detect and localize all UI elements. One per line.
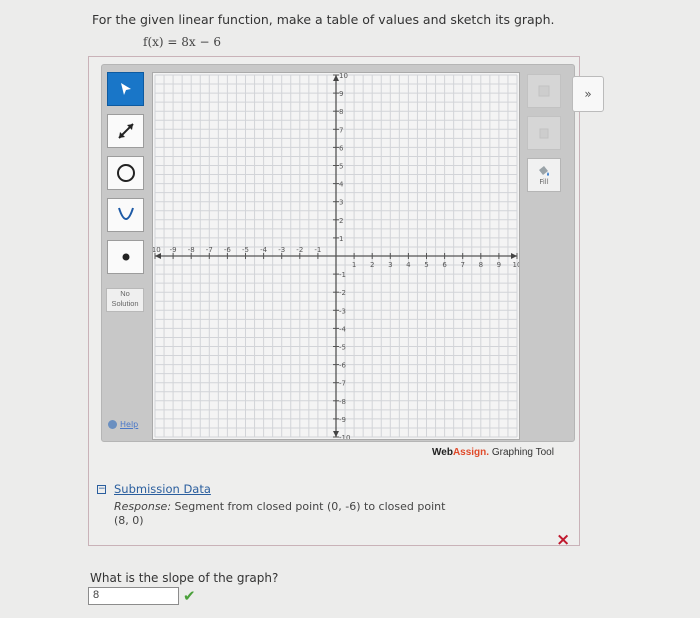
parabola-icon [117,207,134,220]
x-tick-label: 6 [442,261,447,269]
x-tick-label: 5 [424,261,428,269]
y-tick-label: -9 [339,416,346,424]
no-solution-button[interactable]: No Solution [106,288,144,312]
x-tick-label: 8 [479,261,483,269]
help-link[interactable]: Help [108,420,138,429]
incorrect-icon: × [556,530,571,550]
y-tick-label: -10 [339,434,350,439]
y-tick-label: 10 [339,73,348,80]
circle-icon [116,164,135,182]
arrow-cursor-icon [120,83,131,95]
pointer-tool-button[interactable] [107,72,144,106]
x-tick-label: -10 [153,246,161,254]
x-tick-label: -3 [278,246,285,254]
y-tick-label: -8 [339,398,346,406]
x-tick-label: -9 [170,246,177,254]
y-tick-label: 3 [339,199,343,207]
y-tick-label: -3 [339,307,346,315]
brand-web: Web [432,447,453,458]
trash-icon [539,128,549,139]
y-tick-label: -7 [339,380,346,388]
x-tick-label: -1 [314,246,321,254]
response-text-2: (8, 0) [114,514,144,527]
x-tick-label: -5 [242,246,249,254]
y-tick-label: -5 [339,344,346,352]
line-tool-button[interactable] [107,114,144,148]
response-label: Response: [114,500,172,513]
expand-button[interactable]: » [572,76,604,112]
point-icon [122,253,129,261]
x-tick-label: -2 [296,246,303,254]
collapse-toggle-icon[interactable]: − [97,485,106,494]
question-prompt: For the given linear function, make a ta… [92,12,555,27]
brand-assign: Assign. [452,447,490,458]
paint-bucket-icon [539,166,549,176]
graph-canvas[interactable]: -10 -9 -8 -7 -6 -5 -4 -3 -2 -1 1 2 3 4 5 6 7 8 9 10 10 9 8 7 6 5 4… [149,72,521,442]
x-tick-label: -4 [260,246,268,254]
x-tick-label: -8 [188,246,195,254]
function-equation: f(x) = 8x − 6 [143,35,221,49]
point-tool-button[interactable] [107,240,144,274]
y-tick-label: 2 [339,217,343,225]
x-tick-label: 7 [460,261,464,269]
y-tick-label: 8 [339,108,343,116]
response-text: Segment from closed point (0, -6) to clo… [171,500,446,513]
x-tick-label: 4 [406,261,411,269]
help-icon [108,420,117,429]
y-tick-label: -6 [339,362,347,370]
x-tick-label: 1 [352,261,356,269]
y-tick-label: -2 [339,289,346,297]
x-tick-label: -7 [206,246,213,254]
circle-tool-button[interactable] [107,156,144,190]
submission-data-link[interactable]: Submission Data [114,482,211,496]
y-tick-label: 7 [339,126,343,134]
webassign-brand: WebAssign. Graphing Tool [432,447,554,458]
x-tick-label: -6 [224,246,232,254]
slope-answer-input[interactable]: 8 [88,587,179,605]
brand-suffix: Graphing Tool [489,447,554,458]
undo-icon [538,85,550,97]
no-solution-label-line2: Solution [111,299,139,308]
slope-question: What is the slope of the graph? [90,571,279,585]
undo-button[interactable] [527,74,561,108]
coordinate-grid[interactable]: -10 -9 -8 -7 -6 -5 -4 -3 -2 -1 1 2 3 4 5 6 7 8 9 10 10 9 8 7 6 5 4… [149,72,521,442]
y-tick-label: 1 [339,235,343,243]
x-tick-label: 9 [497,261,501,269]
line-segment-icon [117,123,134,139]
y-tick-label: -1 [339,271,346,279]
x-tick-label: 3 [388,261,392,269]
fill-button[interactable]: Fill [527,158,561,192]
x-axis-arrow-right [511,253,517,259]
x-tick-label: 10 [513,261,519,269]
delete-button[interactable] [527,116,561,150]
y-tick-label: 6 [339,144,344,152]
y-tick-label: 9 [339,90,343,98]
submission-response: Response: Segment from closed point (0, … [114,500,445,528]
x-tick-label: 2 [370,261,374,269]
double-chevron-right-icon: » [584,87,592,101]
no-solution-label-line1: No [120,289,130,298]
fill-label: Fill [539,178,549,186]
y-tick-label: 4 [339,181,344,189]
correct-check-icon: ✔ [183,587,196,605]
y-tick-label: 5 [339,163,343,171]
parabola-tool-button[interactable] [107,198,144,232]
y-tick-label: -4 [339,325,347,333]
help-label: Help [120,420,139,429]
